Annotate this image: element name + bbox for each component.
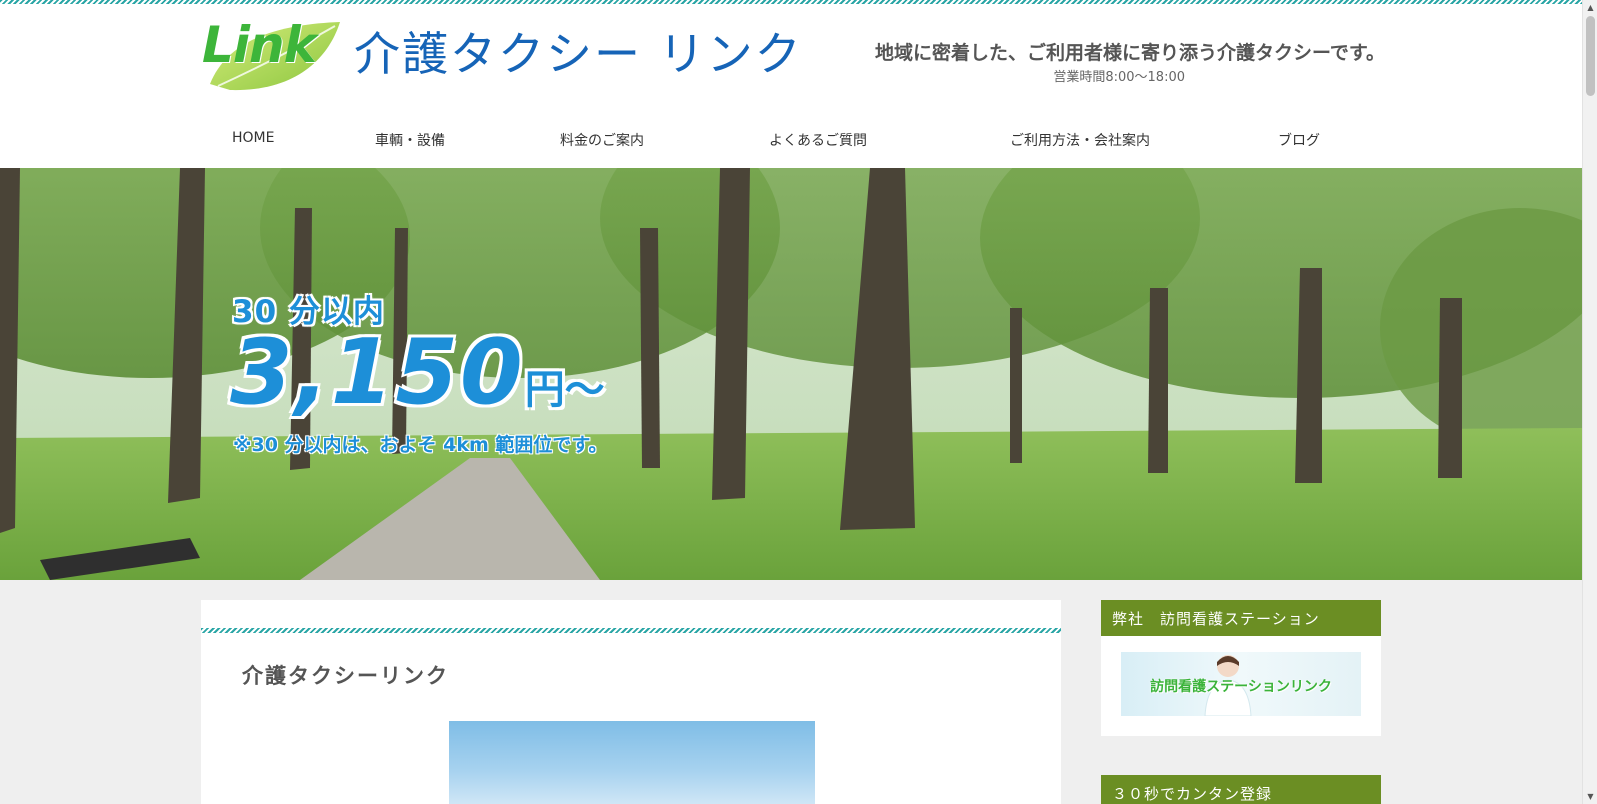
widget-nursing-station: 訪問看護ステーションリンク [1101, 636, 1381, 736]
hero-banner: 30 分以内 3,150円〜 ※30 分以内は、およそ 4km 範囲位です。 [0, 168, 1582, 580]
main-image [449, 721, 815, 804]
site-logo[interactable]: Link [200, 14, 350, 94]
nav-item-faq[interactable]: よくあるご質問 [769, 130, 867, 150]
page-title: 介護タクシーリンク [242, 664, 449, 688]
widget-title-quick-register: ３０秒でカンタン登録 [1101, 775, 1381, 804]
scroll-thumb[interactable] [1586, 16, 1595, 96]
triangle-up-icon[interactable]: ▲ [1586, 3, 1595, 12]
nav-item-blog[interactable]: ブログ [1278, 130, 1320, 150]
nav-item-pricing[interactable]: 料金のご案内 [560, 130, 644, 150]
nav-item-home[interactable]: HOME [232, 130, 274, 146]
site-name[interactable]: 介護タクシー リンク [354, 18, 803, 84]
nursing-station-banner[interactable]: 訪問看護ステーションリンク [1121, 652, 1361, 716]
banner-label: 訪問看護ステーションリンク [1150, 679, 1332, 695]
site-header: Link 介護タクシー リンク 地域に密着した、ご利用者様に寄り添う介護タクシー… [0, 4, 1582, 168]
main-content: 介護タクシーリンク [201, 600, 1061, 804]
widget-title-nursing-station: 弊社 訪問看護ステーション [1101, 600, 1381, 636]
hero-note: ※30 分以内は、およそ 4km 範囲位です。 [233, 434, 608, 456]
main-nav: HOME 車輌・設備 料金のご案内 よくあるご質問 ご利用方法・会社案内 ブログ [200, 122, 1386, 158]
nav-item-vehicles[interactable]: 車輌・設備 [375, 130, 445, 150]
business-hours: 営業時間8:00〜18:00 [1053, 70, 1185, 85]
triangle-down-icon[interactable]: ▼ [1586, 792, 1595, 801]
logo-wordmark: Link [202, 16, 317, 74]
nav-item-usage-company[interactable]: ご利用方法・会社案内 [1010, 130, 1150, 150]
hero-price: 3,150円〜 [230, 320, 605, 425]
content-stripe [201, 628, 1061, 633]
site-tagline: 地域に密着した、ご利用者様に寄り添う介護タクシーです。 [875, 42, 1385, 64]
price-amount: 3,150 [230, 320, 525, 425]
vertical-scrollbar[interactable]: ▲ ▼ [1582, 0, 1597, 804]
price-unit: 円〜 [524, 367, 605, 413]
